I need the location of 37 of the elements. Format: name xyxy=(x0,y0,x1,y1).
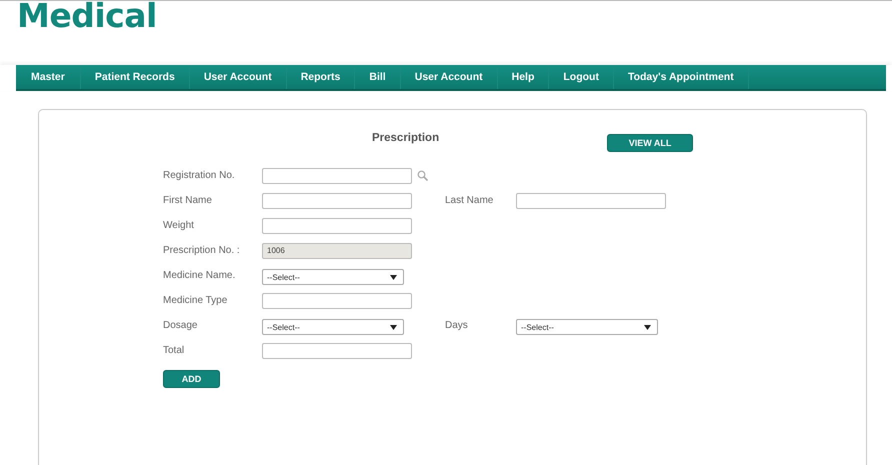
input-field[interactable] xyxy=(262,343,412,359)
select-dropdown[interactable]: --Select-- xyxy=(262,319,404,335)
field-label: Prescription No. : xyxy=(163,244,241,258)
field-label: Weight xyxy=(163,219,195,233)
nav-item[interactable]: Today's Appointment xyxy=(614,65,749,89)
input-field[interactable] xyxy=(262,193,412,209)
logo: Medical xyxy=(17,1,158,31)
search-icon[interactable] xyxy=(417,170,428,181)
field-label: Days xyxy=(445,319,469,333)
nav-item[interactable]: Help xyxy=(498,65,550,89)
nav-item[interactable]: Reports xyxy=(286,65,356,89)
caret-icon xyxy=(390,324,397,330)
select-dropdown[interactable]: --Select-- xyxy=(262,269,404,285)
input-field: 1006 xyxy=(262,243,412,259)
field-label: First Name xyxy=(163,194,213,208)
form-title: Prescription xyxy=(372,132,440,144)
add-button[interactable]: ADD xyxy=(163,370,220,388)
select-dropdown[interactable]: --Select-- xyxy=(516,319,658,335)
nav-item[interactable]: User Account xyxy=(400,65,498,89)
nav-item[interactable]: User Account xyxy=(190,65,287,89)
view-all-button[interactable]: VIEW ALL xyxy=(607,134,694,152)
caret-icon xyxy=(390,274,397,280)
caret-icon xyxy=(644,324,651,330)
field-label: Medicine Type xyxy=(163,294,228,308)
nav-item[interactable]: Bill xyxy=(355,65,401,89)
input-field[interactable] xyxy=(516,193,666,209)
nav-item[interactable]: Logout xyxy=(549,65,614,89)
field-label: Total xyxy=(163,344,186,358)
input-field[interactable] xyxy=(262,168,412,184)
input-field[interactable] xyxy=(262,293,412,309)
field-label: Medicine Name. xyxy=(163,269,236,283)
nav-item[interactable]: Patient Records xyxy=(80,65,190,89)
field-label: Registration No. xyxy=(163,169,236,183)
field-label: Last Name xyxy=(445,194,494,208)
input-field[interactable] xyxy=(262,218,412,234)
field-label: Dosage xyxy=(163,319,198,333)
nav-item[interactable]: Master xyxy=(16,65,81,89)
